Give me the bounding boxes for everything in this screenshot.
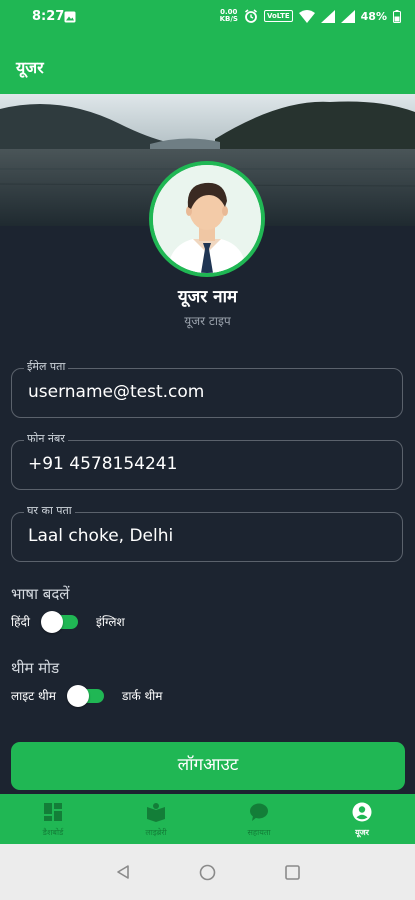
wifi-icon bbox=[298, 9, 315, 23]
battery-percent: 48% bbox=[360, 9, 387, 23]
alarm-icon bbox=[244, 9, 257, 23]
status-time: 8:27 bbox=[32, 9, 65, 24]
email-field[interactable]: ईमेल पता username@test.com bbox=[11, 359, 403, 418]
nav-label-user: यूजर bbox=[355, 828, 369, 837]
back-icon[interactable] bbox=[115, 864, 131, 880]
nav-item-user[interactable]: यूजर bbox=[312, 794, 412, 844]
language-toggle-row: हिंदी इंग्लिश bbox=[11, 610, 125, 633]
language-option-english: इंग्लिश bbox=[95, 615, 125, 629]
user-avatar-illustration bbox=[153, 165, 261, 273]
theme-section-title: थीम मोड bbox=[11, 659, 60, 677]
language-option-hindi: हिंदी bbox=[11, 615, 30, 629]
address-field[interactable]: घर का पता Laal choke, Delhi bbox=[11, 503, 403, 562]
address-field-label: घर का पता bbox=[24, 503, 75, 518]
nav-item-dashboard[interactable]: डैशबोर्ड bbox=[3, 794, 103, 844]
volte-badge: VoLTE bbox=[263, 10, 293, 22]
avatar[interactable] bbox=[149, 161, 265, 277]
system-nav-bar bbox=[0, 844, 415, 900]
language-switch[interactable] bbox=[40, 610, 78, 633]
phone-field-label: फोन नंबर bbox=[24, 431, 68, 446]
language-section-title: भाषा बदलें bbox=[11, 585, 70, 603]
status-bar: 8:27 0.00 KB/S VoLTE 48% bbox=[0, 0, 415, 36]
user-type: यूजर टाइप bbox=[184, 314, 231, 328]
nav-item-library[interactable]: लाइब्रेरी bbox=[106, 794, 206, 844]
user-name: यूजर नाम bbox=[177, 287, 238, 307]
theme-toggle-row: लाइट थीम डार्क थीम bbox=[11, 684, 163, 707]
nav-item-help[interactable]: सहायता bbox=[209, 794, 309, 844]
email-field-label: ईमेल पता bbox=[24, 359, 69, 374]
library-icon bbox=[147, 803, 165, 822]
account-icon bbox=[352, 802, 372, 822]
dashboard-icon bbox=[44, 803, 62, 821]
app-bar: यूजर bbox=[0, 36, 415, 94]
signal-icon bbox=[320, 9, 335, 23]
nav-label-help: सहायता bbox=[247, 828, 271, 837]
address-field-value[interactable]: Laal choke, Delhi bbox=[28, 526, 173, 546]
theme-switch[interactable] bbox=[66, 684, 104, 707]
page-title: यूजर bbox=[16, 58, 44, 77]
battery-icon bbox=[393, 9, 401, 23]
signal-icon-2 bbox=[340, 9, 355, 23]
bottom-nav: डैशबोर्ड लाइब्रेरी सहायता यूजर bbox=[0, 794, 415, 844]
nav-label-library: लाइब्रेरी bbox=[145, 828, 167, 837]
theme-option-dark: डार्क थीम bbox=[121, 689, 163, 703]
phone-field[interactable]: फोन नंबर +91 4578154241 bbox=[11, 431, 403, 490]
logout-button[interactable]: लॉगआउट bbox=[11, 742, 405, 790]
theme-option-light: लाइट थीम bbox=[11, 689, 56, 703]
email-field-value[interactable]: username@test.com bbox=[28, 382, 204, 402]
home-icon[interactable] bbox=[199, 864, 216, 881]
net-speed: 0.00 KB/S bbox=[219, 8, 238, 23]
image-notification-icon bbox=[64, 11, 76, 23]
chat-icon bbox=[250, 803, 268, 821]
nav-label-dashboard: डैशबोर्ड bbox=[42, 828, 64, 837]
phone-field-value[interactable]: +91 4578154241 bbox=[28, 454, 177, 474]
recents-icon[interactable] bbox=[285, 865, 300, 880]
